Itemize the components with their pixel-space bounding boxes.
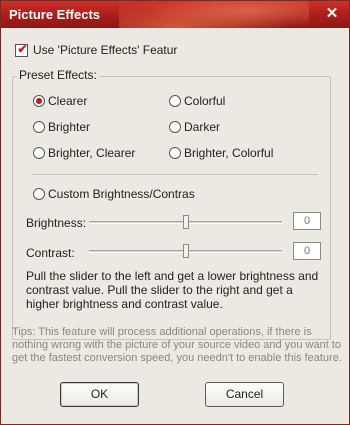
preset-brighter-colorful-radio[interactable] xyxy=(169,147,181,159)
preset-colorful-radio[interactable] xyxy=(169,95,181,107)
title-bar-decoration xyxy=(119,1,309,28)
brightness-label: Brightness: xyxy=(26,216,87,230)
preset-effects-title: Preset Effects: xyxy=(16,68,100,82)
close-icon[interactable]: ✕ xyxy=(323,5,341,23)
preset-brighter-clearer-radio[interactable] xyxy=(33,147,45,159)
preset-brighter-colorful-label[interactable]: Brighter, Colorful xyxy=(184,146,273,160)
custom-brightness-label[interactable]: Custom Brightness/Contras xyxy=(48,187,195,201)
window-title: Picture Effects xyxy=(9,7,101,22)
slider-description: Pull the slider to the left and get a lo… xyxy=(26,269,319,311)
dialog-body: ✔ Use 'Picture Effects' Featur Preset Ef… xyxy=(1,28,349,424)
checkmark-icon: ✔ xyxy=(17,42,28,56)
use-effects-label[interactable]: Use 'Picture Effects' Featur xyxy=(33,43,177,57)
brightness-value-field[interactable]: 0 xyxy=(293,212,321,230)
preset-clearer-radio[interactable] xyxy=(33,95,45,107)
contrast-label: Contrast: xyxy=(26,246,75,260)
cancel-button[interactable]: Cancel xyxy=(205,382,284,407)
ok-button[interactable]: OK xyxy=(60,382,139,407)
contrast-slider-thumb[interactable] xyxy=(183,244,189,258)
custom-brightness-radio[interactable] xyxy=(33,188,45,200)
picture-effects-dialog: Picture Effects ✕ ✔ Use 'Picture Effects… xyxy=(0,0,350,425)
contrast-value-field[interactable]: 0 xyxy=(293,242,321,260)
use-effects-checkbox[interactable]: ✔ xyxy=(15,42,28,57)
preset-colorful-label[interactable]: Colorful xyxy=(184,94,225,108)
brightness-slider-thumb[interactable] xyxy=(183,215,189,229)
preset-darker-radio[interactable] xyxy=(169,121,181,133)
preset-darker-label[interactable]: Darker xyxy=(184,120,220,134)
preset-brighter-radio[interactable] xyxy=(33,121,45,133)
preset-clearer-label[interactable]: Clearer xyxy=(48,94,87,108)
title-bar[interactable]: Picture Effects ✕ xyxy=(1,1,349,28)
preset-brighter-label[interactable]: Brighter xyxy=(48,120,90,134)
preset-brighter-clearer-label[interactable]: Brighter, Clearer xyxy=(48,146,135,160)
group-separator xyxy=(32,174,318,175)
tips-text: Tips: This feature will process addition… xyxy=(12,326,342,364)
